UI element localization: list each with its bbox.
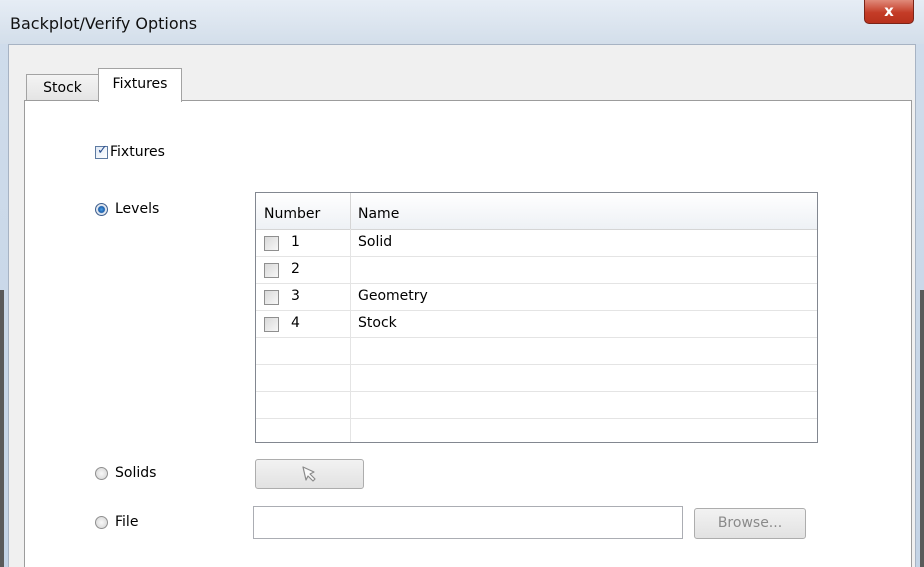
empty-table-row — [256, 365, 817, 392]
tab-stock[interactable]: Stock — [26, 74, 99, 102]
column-header-number[interactable]: Number — [264, 206, 320, 222]
row-number: 2 — [291, 261, 300, 277]
file-radio-label: File — [115, 514, 139, 530]
row-name: Stock — [358, 315, 397, 331]
select-solids-button[interactable] — [255, 459, 364, 489]
file-radio[interactable] — [95, 516, 108, 529]
levels-radio-label: Levels — [115, 201, 160, 217]
title-bar[interactable]: Backplot/Verify Options x — [0, 0, 924, 44]
levels-table: Number Name 1 Solid 2 3 Geometry 4 Stock — [255, 192, 818, 443]
row-name: Geometry — [358, 288, 428, 304]
row-name: Solid — [358, 234, 393, 250]
row-number: 3 — [291, 288, 300, 304]
empty-table-row — [256, 392, 817, 419]
dialog-window: Backplot/Verify Options x Stock Fixtures… — [0, 0, 924, 567]
row-checkbox[interactable] — [264, 263, 279, 278]
table-row[interactable]: 4 Stock — [256, 311, 817, 338]
fixtures-checkbox-label: Fixtures — [110, 144, 165, 160]
browse-button[interactable]: Browse... — [694, 508, 806, 539]
levels-table-header: Number Name — [256, 193, 817, 230]
row-checkbox[interactable] — [264, 317, 279, 332]
empty-table-row — [256, 338, 817, 365]
header-divider — [350, 193, 351, 229]
row-checkbox[interactable] — [264, 290, 279, 305]
tab-fixtures[interactable]: Fixtures — [98, 68, 182, 102]
table-row[interactable]: 2 — [256, 257, 817, 284]
row-number: 1 — [291, 234, 300, 250]
column-divider — [350, 229, 351, 442]
table-row[interactable]: 1 Solid — [256, 230, 817, 257]
left-frame-edge — [0, 290, 4, 567]
file-path-input[interactable] — [253, 506, 683, 539]
row-checkbox[interactable] — [264, 236, 279, 251]
solids-radio[interactable] — [95, 467, 108, 480]
fixtures-checkbox[interactable] — [95, 143, 108, 159]
levels-radio[interactable] — [95, 203, 108, 216]
table-row[interactable]: 3 Geometry — [256, 284, 817, 311]
right-frame-edge — [920, 290, 924, 567]
empty-table-row — [256, 419, 817, 442]
row-number: 4 — [291, 315, 300, 331]
close-button[interactable]: x — [864, 0, 914, 24]
solids-radio-label: Solids — [115, 465, 157, 481]
column-header-name[interactable]: Name — [358, 206, 399, 222]
window-title: Backplot/Verify Options — [10, 14, 198, 33]
cursor-arrow-icon — [302, 466, 316, 482]
